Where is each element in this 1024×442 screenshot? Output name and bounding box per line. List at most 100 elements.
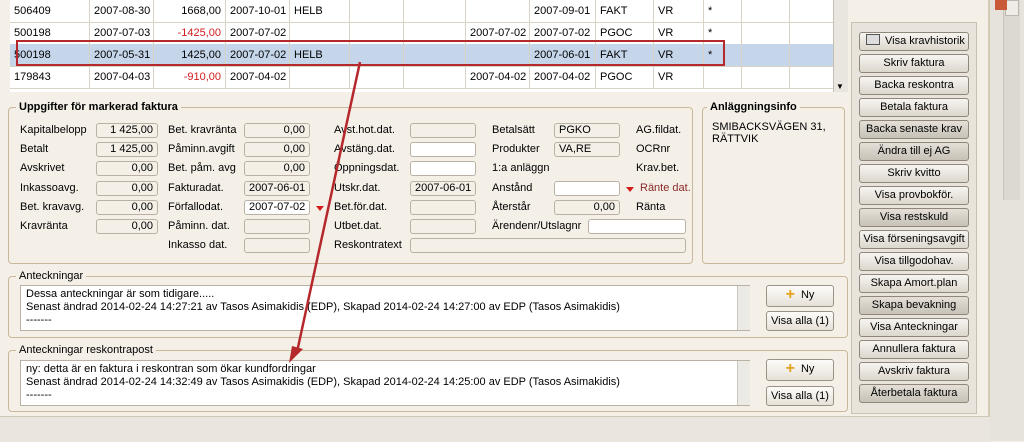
- cell-empty[interactable]: [404, 0, 466, 22]
- cell-type[interactable]: PGOC: [596, 66, 654, 88]
- create-amortization-plan-button[interactable]: Skapa Amort.plan: [859, 274, 969, 293]
- notes-textarea[interactable]: Dessa anteckningar är som tidigare..... …: [20, 285, 750, 331]
- table-row-partial[interactable]: [10, 88, 840, 92]
- case-number-field[interactable]: [588, 219, 686, 234]
- label-collection-fee: Inkassoavg.: [20, 182, 79, 194]
- show-all-ledger-notes-button[interactable]: Visa alla (1): [766, 386, 834, 406]
- label-payment-fwd-date: Bet.för.dat.: [334, 201, 388, 213]
- ledger-notes-textarea[interactable]: ny: detta är en faktura i reskontran som…: [20, 360, 750, 406]
- cell-date2[interactable]: 2007-04-02: [530, 66, 596, 88]
- due-date-field[interactable]: 2007-07-02: [244, 200, 310, 215]
- cell-empty[interactable]: [404, 66, 466, 88]
- print-invoice-button[interactable]: Skriv faktura: [859, 54, 969, 73]
- cell-date[interactable]: 2007-04-03: [90, 66, 154, 88]
- cell-status[interactable]: HELB: [290, 0, 350, 22]
- facility-address: SMIBACKSVÄGEN 31,: [712, 121, 826, 133]
- ledger-text-field[interactable]: [410, 238, 686, 253]
- close-icon[interactable]: [995, 0, 1007, 10]
- show-late-fee-button[interactable]: Visa förseningsavgift: [859, 230, 969, 249]
- notes-scrollbar[interactable]: [737, 286, 750, 330]
- cell-type[interactable]: FAKT: [596, 0, 654, 22]
- background-scrollbar[interactable]: [1003, 0, 1020, 200]
- write-off-invoice-button[interactable]: Avskriv faktura: [859, 362, 969, 381]
- cell-code[interactable]: VR: [654, 66, 704, 88]
- create-monitoring-button[interactable]: Skapa bevakning: [859, 296, 969, 315]
- dropdown-arrow-icon[interactable]: [316, 206, 324, 211]
- refund-invoice-button[interactable]: Återbetala faktura: [859, 384, 969, 403]
- deferment-field[interactable]: [554, 181, 620, 196]
- cell-empty[interactable]: [350, 66, 404, 88]
- claim-interest-field[interactable]: 0,00: [96, 219, 158, 234]
- collection-date-field[interactable]: [244, 238, 310, 253]
- label-collection-date: Inkasso dat.: [168, 239, 228, 251]
- cell-pay-date[interactable]: [466, 0, 530, 22]
- cell-amount[interactable]: 1668,00: [154, 0, 226, 22]
- plus-icon: +: [785, 286, 795, 303]
- opening-date-field[interactable]: [410, 161, 476, 176]
- reverse-ledger-button[interactable]: Backa reskontra: [859, 76, 969, 95]
- paid-field[interactable]: 1 425,00: [96, 142, 158, 157]
- paid-claim-interest-field[interactable]: 0,00: [244, 123, 310, 138]
- cell-due[interactable]: 2007-04-02: [226, 66, 290, 88]
- grid-scrollbar[interactable]: [833, 0, 848, 92]
- cell-empty[interactable]: [742, 66, 790, 88]
- cell-empty[interactable]: [350, 0, 404, 22]
- status-strip: [0, 416, 990, 442]
- products-field[interactable]: VA,RE: [554, 142, 620, 157]
- payment-method-field[interactable]: PGKO: [554, 123, 620, 138]
- label-payout-date: Utbet.dat.: [334, 220, 382, 232]
- payout-date-field[interactable]: [410, 219, 476, 234]
- remaining-field[interactable]: 0,00: [554, 200, 620, 215]
- show-all-notes-button[interactable]: Visa alla (1): [766, 311, 834, 331]
- cancel-invoice-button[interactable]: Annullera faktura: [859, 340, 969, 359]
- table-row[interactable]: 506409 2007-08-30 1668,00 2007-10-01 HEL…: [10, 0, 840, 23]
- label-paid-claim-interest: Bet. kravränta: [168, 124, 237, 136]
- cell-date2[interactable]: 2007-09-01: [530, 0, 596, 22]
- add-note-button[interactable]: + Ny: [766, 285, 834, 307]
- shutoff-date-field[interactable]: [410, 142, 476, 157]
- background-scroll-thumb[interactable]: [1005, 0, 1019, 16]
- cell-empty[interactable]: [742, 0, 790, 22]
- written-off-field[interactable]: 0,00: [96, 161, 158, 176]
- dropdown-arrow-icon[interactable]: [626, 187, 634, 192]
- scroll-down-icon[interactable]: ▼: [836, 82, 844, 91]
- show-claim-history-button[interactable]: Visa kravhistorik: [859, 32, 969, 51]
- cell-status[interactable]: [290, 66, 350, 88]
- show-credit-button[interactable]: Visa tillgodohav.: [859, 252, 969, 271]
- printer-icon: [866, 34, 880, 45]
- paid-reminder-fee-field[interactable]: 0,00: [244, 161, 310, 176]
- table-row[interactable]: 179843 2007-04-03 -910,00 2007-04-02 200…: [10, 66, 840, 89]
- payment-fwd-date-field[interactable]: [410, 200, 476, 215]
- cell-date[interactable]: 2007-08-30: [90, 0, 154, 22]
- threat-date-field[interactable]: [410, 123, 476, 138]
- cell-id[interactable]: 506409: [10, 0, 90, 22]
- cell-pay-date[interactable]: 2007-04-02: [466, 66, 530, 88]
- reminder-date-field[interactable]: [244, 219, 310, 234]
- cell-id[interactable]: 179843: [10, 66, 90, 88]
- cell-due[interactable]: 2007-10-01: [226, 0, 290, 22]
- cell-amount[interactable]: -910,00: [154, 66, 226, 88]
- cell-flag[interactable]: [704, 66, 742, 88]
- add-ledger-note-button[interactable]: + Ny: [766, 359, 834, 381]
- ledger-notes-scrollbar[interactable]: [737, 361, 750, 405]
- cell-code[interactable]: VR: [654, 0, 704, 22]
- cell-empty[interactable]: [742, 44, 790, 66]
- collection-fee-field[interactable]: 0,00: [96, 181, 158, 196]
- cell-empty[interactable]: [742, 22, 790, 44]
- cell-flag[interactable]: *: [704, 0, 742, 22]
- invoice-date-field[interactable]: 2007-06-01: [244, 181, 310, 196]
- print-date-field[interactable]: 2007-06-01: [410, 181, 476, 196]
- reminder-fee-field[interactable]: 0,00: [244, 142, 310, 157]
- reverse-last-claim-button[interactable]: Backa senaste krav: [859, 120, 969, 139]
- facility-info-title: Anläggningsinfo: [707, 101, 800, 113]
- show-remaining-debt-button[interactable]: Visa restskuld: [859, 208, 969, 227]
- show-notes-button[interactable]: Visa Anteckningar: [859, 318, 969, 337]
- print-receipt-button[interactable]: Skriv kvitto: [859, 164, 969, 183]
- label-products: Produkter: [492, 143, 540, 155]
- show-test-posting-button[interactable]: Visa provbokför.: [859, 186, 969, 205]
- label-due-date: Förfallodat.: [168, 201, 224, 213]
- pay-invoice-button[interactable]: Betala faktura: [859, 98, 969, 117]
- capital-field[interactable]: 1 425,00: [96, 123, 158, 138]
- paid-claim-fee-field[interactable]: 0,00: [96, 200, 158, 215]
- change-to-non-ag-button[interactable]: Ändra till ej AG: [859, 142, 969, 161]
